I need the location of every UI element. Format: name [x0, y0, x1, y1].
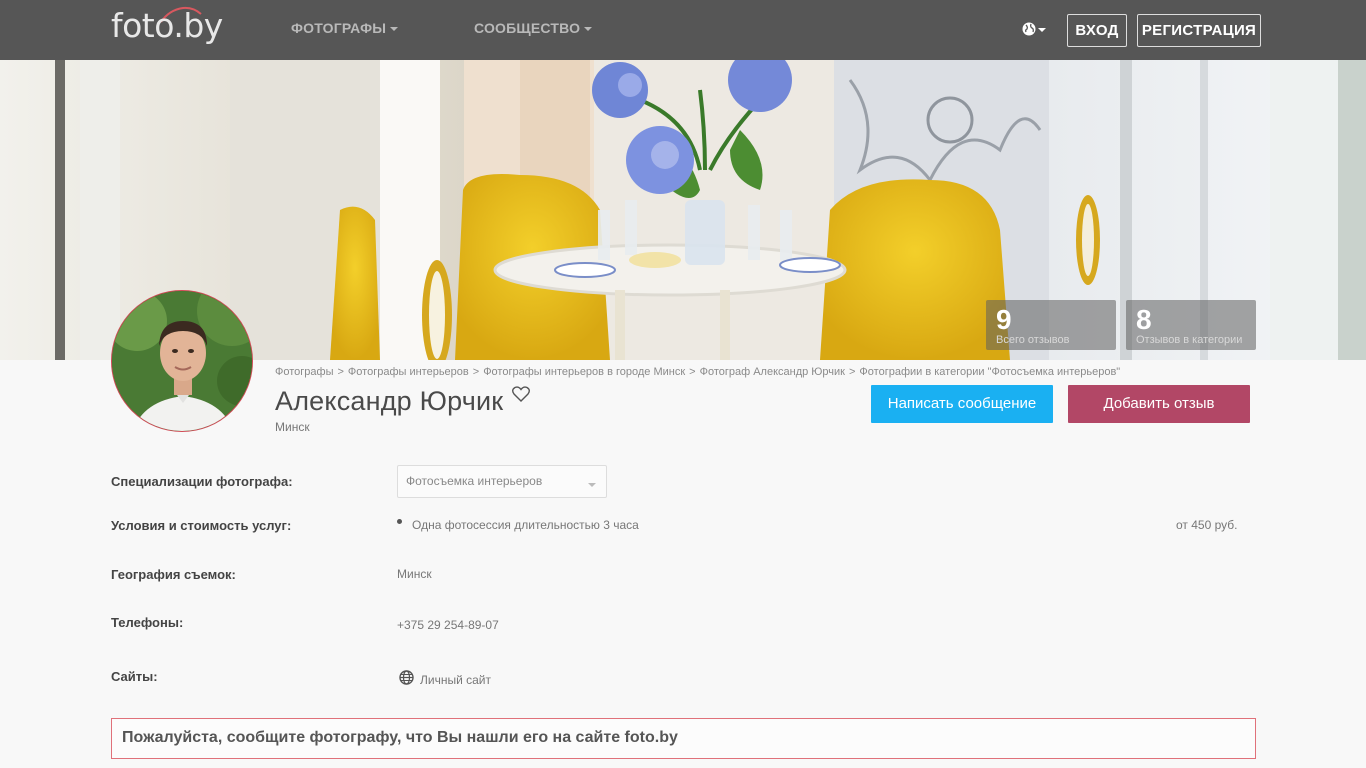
- notice-banner: Пожалуйста, сообщите фотографу, что Вы н…: [111, 718, 1256, 759]
- register-button[interactable]: РЕГИСТРАЦИЯ: [1137, 14, 1261, 47]
- specialization-selected-value: Фотосъемка интерьеров: [406, 474, 543, 488]
- language-selector[interactable]: [1022, 20, 1048, 38]
- avatar-photo: [112, 291, 252, 431]
- breadcrumb-separator: >: [689, 366, 696, 378]
- photographer-city: Минск: [275, 420, 310, 434]
- geography-label: География съемок:: [111, 567, 236, 582]
- personal-site-link[interactable]: Личный сайт: [420, 673, 491, 687]
- globe-icon: [399, 670, 414, 685]
- breadcrumb-photographer[interactable]: Фотограф Александр Юрчик: [700, 366, 845, 378]
- globe-icon: [1022, 22, 1036, 36]
- services-label: Условия и стоимость услуг:: [111, 518, 292, 533]
- notice-text: Пожалуйста, сообщите фотографу, что Вы н…: [122, 729, 678, 746]
- chevron-down-icon: [588, 483, 596, 487]
- service-item: Одна фотосессия длительностью 3 часа: [412, 518, 639, 532]
- nav-community-label: СООБЩЕСТВО: [474, 20, 581, 36]
- breadcrumb-separator: >: [472, 366, 480, 378]
- category-reviews-value: 8: [1136, 304, 1152, 335]
- chevron-down-icon: [1038, 28, 1046, 32]
- phone-value[interactable]: +375 29 254-89-07: [397, 618, 499, 632]
- login-button[interactable]: ВХОД: [1067, 14, 1127, 47]
- category-reviews-label: Отзывов в категории: [1136, 334, 1243, 346]
- specialization-select[interactable]: Фотосъемка интерьеров: [397, 465, 607, 498]
- favorite-heart-icon[interactable]: [512, 386, 530, 402]
- specializations-label: Специализации фотографа:: [111, 474, 293, 489]
- top-navigation-bar: foto.by ФОТОГРАФЫ СООБЩЕСТВО ВХОД РЕГИСТ…: [0, 0, 1366, 60]
- total-reviews-label: Всего отзывов: [996, 334, 1070, 346]
- nav-photographers-label: ФОТОГРАФЫ: [291, 20, 387, 36]
- service-price: от 450 руб.: [1176, 518, 1238, 532]
- breadcrumb-separator: >: [848, 366, 856, 378]
- bullet-icon: [397, 519, 402, 524]
- chevron-down-icon: [390, 27, 399, 32]
- breadcrumb-interior-photographers-minsk[interactable]: Фотографы интерьеров в городе Минск: [483, 366, 685, 378]
- breadcrumb-separator: >: [337, 366, 344, 378]
- total-reviews-value: 9: [996, 304, 1012, 335]
- breadcrumb-photographers[interactable]: Фотографы: [275, 366, 333, 378]
- nav-community[interactable]: СООБЩЕСТВО: [474, 20, 593, 36]
- total-reviews-counter[interactable]: 9 Всего отзывов: [986, 300, 1116, 350]
- logo-text: foto.by: [111, 6, 223, 45]
- add-review-button[interactable]: Добавить отзыв: [1068, 385, 1250, 423]
- avatar[interactable]: [111, 290, 253, 432]
- breadcrumb: Фотографы > Фотографы интерьеров > Фотографы…: [275, 366, 1120, 378]
- chevron-down-icon: [584, 27, 593, 32]
- sites-label: Сайты:: [111, 669, 158, 684]
- breadcrumb-interior-photographers[interactable]: Фотографы интерьеров: [348, 366, 469, 378]
- photographer-name: Александр Юрчик: [275, 386, 504, 416]
- phones-label: Телефоны:: [111, 615, 184, 630]
- write-message-button[interactable]: Написать сообщение: [871, 385, 1053, 423]
- category-reviews-counter[interactable]: 8 Отзывов в категории: [1126, 300, 1256, 350]
- geography-value: Минск: [397, 567, 432, 581]
- site-logo[interactable]: foto.by: [111, 4, 241, 48]
- nav-photographers[interactable]: ФОТОГРАФЫ: [291, 20, 399, 36]
- breadcrumb-category-photos[interactable]: Фотографии в категории "Фотосъемка интер…: [859, 366, 1120, 378]
